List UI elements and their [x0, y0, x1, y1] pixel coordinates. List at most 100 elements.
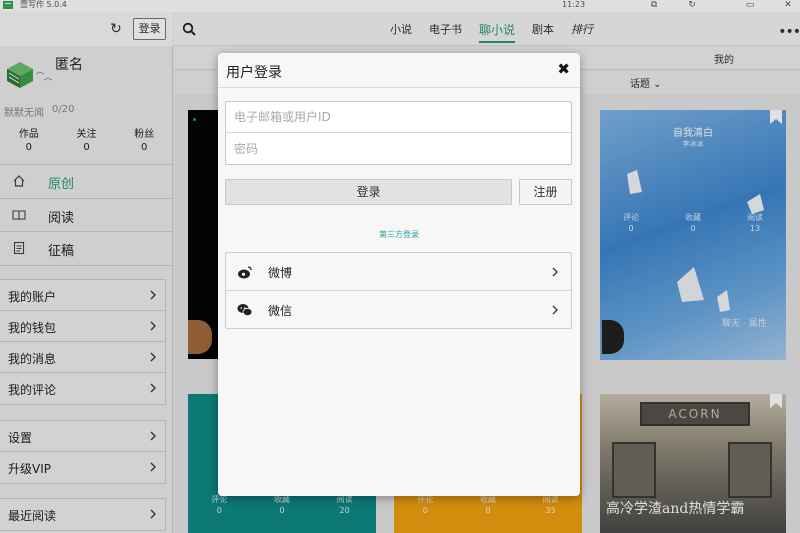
menu-item-my-comments[interactable]: 我的评论 [0, 373, 165, 404]
social-login-list: 微博 微信 [225, 252, 572, 329]
card-author: 李冰冰 [682, 140, 704, 148]
stat-reads: 阅读 20 [337, 494, 353, 516]
chevron-right-icon [552, 267, 558, 277]
story-card-train[interactable]: ACORN 高冷学渣and热情学霸 [600, 394, 786, 533]
stat-label: 评论 [623, 213, 639, 222]
document-icon [13, 241, 25, 255]
stat-comments: 评论 0 [623, 212, 639, 234]
menu-item-my-wallet[interactable]: 我的钱包 [0, 311, 165, 342]
dialog-title: 用户登录 [226, 65, 282, 81]
tab-script[interactable]: 剧本 [532, 21, 554, 43]
menu-item-recent-reading[interactable]: 最近阅读 [0, 499, 165, 530]
bird-decoration-icon [35, 71, 53, 81]
stat-label: 收藏 [685, 213, 701, 222]
stat-value: 0 [216, 506, 222, 515]
story-card[interactable] [188, 110, 218, 359]
chevron-right-icon [150, 383, 156, 393]
social-label: 微博 [268, 266, 293, 280]
paper-pieces-art [627, 170, 764, 312]
topic-dropdown[interactable]: 话题 ⌄ [630, 75, 662, 90]
stat-reads: 阅读 35 [543, 494, 559, 516]
search-icon[interactable] [182, 22, 196, 36]
login-button[interactable]: 登录 [225, 179, 512, 205]
user-bio[interactable]: 默默无闻 [4, 104, 44, 119]
stat-value: 0 [690, 224, 696, 233]
menu-label: 我的账户 [8, 290, 57, 304]
category-tabs: 小说 电子书 聊小说 剧本 排行 [390, 21, 610, 43]
train-sign: ACORN [640, 402, 750, 426]
sidebar-header: ↻ 登录 [0, 12, 173, 46]
author-avatar[interactable] [602, 320, 624, 354]
tab-ebook[interactable]: 电子书 [429, 21, 462, 43]
stat-value: 35 [545, 506, 556, 515]
stat-favorites: 收藏 0 [274, 494, 290, 516]
tab-novel[interactable]: 小说 [390, 21, 412, 43]
nav-item-read[interactable]: 阅读 [0, 199, 173, 232]
weibo-icon [238, 266, 252, 279]
stat-reads: 阅读 13 [747, 212, 763, 234]
card-stats: 评论 0 收藏 0 阅读 35 [394, 494, 582, 516]
menu-label: 最近阅读 [8, 509, 57, 523]
stat-following[interactable]: 关注 0 [58, 128, 116, 154]
weibo-login-row[interactable]: 微博 [226, 253, 571, 291]
home-icon [13, 175, 25, 187]
menu-item-my-messages[interactable]: 我的消息 [0, 342, 165, 373]
avatar-books-icon[interactable] [5, 60, 35, 90]
stat-label: 粉丝 [134, 129, 155, 140]
stat-value: 0 [25, 142, 33, 153]
card-caption: 聊天 · 属性 [722, 319, 767, 329]
menu-item-my-account[interactable]: 我的账户 [0, 280, 165, 311]
bookmark-icon[interactable] [770, 110, 782, 124]
stat-label: 作品 [18, 129, 39, 140]
stat-label: 关注 [76, 129, 97, 140]
chevron-right-icon [150, 290, 156, 300]
chevron-right-icon [150, 462, 156, 472]
close-window-icon[interactable]: ✕ [782, 0, 794, 10]
more-menu-icon[interactable]: ••• [778, 24, 800, 40]
stat-comments: 评论 0 [211, 494, 227, 516]
nav-label: 阅读 [48, 211, 75, 226]
stat-followers[interactable]: 粉丝 0 [115, 128, 173, 154]
sidebar-login-button[interactable]: 登录 [133, 18, 166, 40]
nav-item-original[interactable]: 原创 [0, 165, 173, 198]
book-icon [12, 210, 26, 221]
stat-value: 13 [749, 224, 761, 233]
refresh-icon[interactable]: ↻ [108, 21, 124, 37]
menu-item-settings[interactable]: 设置 [0, 421, 165, 452]
close-icon[interactable]: ✖ [557, 62, 570, 77]
author-avatar[interactable] [188, 320, 212, 354]
menu-label: 我的消息 [8, 352, 57, 366]
stat-favorites: 收藏 0 [685, 212, 701, 234]
credentials-box [225, 101, 572, 165]
chevron-right-icon [150, 431, 156, 441]
main-toolbar: 小说 电子书 聊小说 剧本 排行 ••• [174, 12, 800, 46]
divider [0, 265, 173, 266]
card-title: 自我清白 [673, 128, 713, 139]
reload-icon[interactable]: ↻ [686, 0, 698, 10]
nav-label: 原创 [48, 177, 75, 192]
train-window-right [728, 442, 772, 498]
tab-chat-novel[interactable]: 聊小说 [479, 21, 516, 43]
train-window-left [612, 442, 656, 498]
menu-group-settings: 设置 升级VIP [0, 420, 166, 484]
clipboard-icon[interactable]: ⧉ [648, 0, 660, 10]
restore-window-icon[interactable]: ▭ [744, 0, 756, 10]
app-logo-icon [3, 1, 13, 9]
nav-item-submissions[interactable]: 征稿 [0, 232, 173, 265]
clock: 11:23 [562, 0, 586, 9]
register-button[interactable]: 注册 [519, 179, 572, 205]
menu-item-upgrade-vip[interactable]: 升级VIP [0, 452, 165, 483]
story-card-sky[interactable]: 自我清白 李冰冰 评论 0 收藏 0 阅读 13 聊天 · 属性 [600, 110, 786, 360]
email-field[interactable] [226, 102, 571, 133]
stat-label: 阅读 [747, 213, 763, 222]
bookmark-icon[interactable] [770, 394, 782, 408]
stat-value: 0 [628, 224, 634, 233]
bio-length-counter: 0/20 [52, 104, 75, 115]
password-field[interactable] [226, 133, 571, 164]
stat-favorites: 收藏 0 [480, 494, 496, 516]
menu-label: 升级VIP [8, 462, 51, 476]
tab-ranking[interactable]: 排行 [571, 21, 593, 43]
tab-mine[interactable]: 我的 [714, 51, 734, 66]
wechat-login-row[interactable]: 微信 [226, 291, 571, 329]
stat-works[interactable]: 作品 0 [0, 128, 58, 154]
